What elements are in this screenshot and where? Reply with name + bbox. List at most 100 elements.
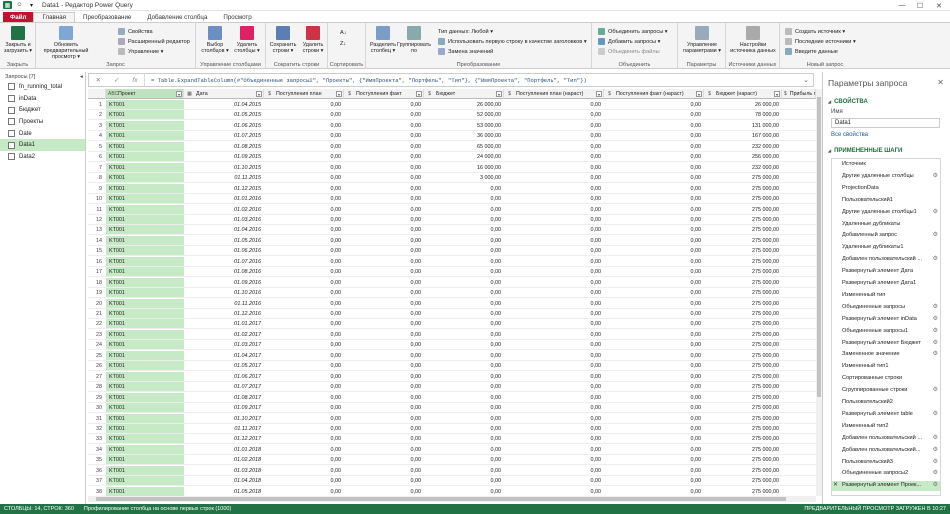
table-cell[interactable]: 0,00 — [424, 184, 504, 194]
row-number[interactable]: 11 — [88, 204, 106, 215]
gear-icon[interactable]: ⚙ — [933, 469, 938, 479]
table-cell[interactable]: KT001 — [106, 455, 184, 466]
table-cell[interactable]: 0,00 — [344, 152, 424, 163]
table-cell[interactable]: 0,00 — [604, 393, 704, 403]
applied-step[interactable]: Объединенные запросы ⚙ — [832, 303, 940, 313]
table-cell[interactable]: KT001 — [106, 194, 184, 205]
table-cell[interactable]: 0,00 — [604, 163, 704, 173]
table-cell[interactable]: 0,00 — [604, 299, 704, 309]
applied-step[interactable]: Измененный тип2 — [832, 422, 940, 432]
table-cell[interactable]: 0,00 — [604, 372, 704, 382]
table-cell[interactable]: 275 000,00 — [704, 403, 782, 414]
applied-step[interactable]: Измененный тип — [832, 291, 940, 301]
row-number[interactable]: 21 — [88, 309, 106, 319]
table-cell[interactable]: KT001 — [106, 382, 184, 393]
table-cell[interactable]: 275 000,00 — [704, 330, 782, 340]
table-cell[interactable]: 275 000,00 — [704, 236, 782, 246]
table-cell[interactable]: 275 000,00 — [704, 361, 782, 372]
applied-step[interactable]: Источник — [832, 160, 940, 170]
row-number[interactable]: 18 — [88, 277, 106, 288]
table-cell[interactable]: 0,00 — [424, 299, 504, 309]
applied-step[interactable]: Другие удаленные столбцы1 ⚙ — [832, 208, 940, 218]
table-cell[interactable]: 0,00 — [504, 351, 604, 361]
table-cell[interactable]: 0,00 — [604, 100, 704, 110]
query-item[interactable]: Data2 — [0, 151, 85, 163]
table-cell[interactable]: 0,00 — [504, 393, 604, 403]
column-type-icon[interactable]: $ — [506, 91, 513, 97]
table-cell[interactable]: KT001 — [106, 214, 184, 225]
table-cell[interactable]: 232 000,00 — [704, 142, 782, 152]
group-by-button[interactable]: Группировать по — [397, 26, 431, 54]
table-cell[interactable]: 26 000,00 — [704, 100, 782, 110]
close-load-button[interactable]: Закрыть и загрузить ▾ — [2, 26, 34, 54]
table-cell[interactable]: 0,00 — [424, 288, 504, 299]
table-cell[interactable]: 0,00 — [504, 309, 604, 319]
table-cell[interactable]: 0,00 — [504, 100, 604, 110]
table-cell[interactable]: 0,00 — [604, 236, 704, 246]
applied-step[interactable]: ✕ Развернутый элемент Проек... ⚙ — [832, 481, 940, 492]
table-cell[interactable]: 01.02.2016 — [184, 205, 264, 215]
table-cell[interactable]: 0,00 — [504, 424, 604, 434]
table-cell[interactable]: 0,00 — [264, 205, 344, 215]
table-cell-partial[interactable] — [782, 445, 816, 455]
applied-step[interactable]: Пользовательский1 — [832, 196, 940, 206]
table-cell[interactable]: 0,00 — [264, 455, 344, 466]
horizontal-scroll-thumb[interactable] — [96, 497, 786, 501]
row-number[interactable]: 6 — [88, 152, 106, 163]
table-cell-partial[interactable] — [782, 215, 816, 225]
table-cell[interactable]: KT001 — [106, 173, 184, 184]
table-cell[interactable]: 275 000,00 — [704, 476, 782, 487]
row-number[interactable]: 22 — [88, 319, 106, 330]
column-type-icon[interactable]: ABC — [108, 91, 118, 97]
row-number[interactable]: 9 — [88, 183, 106, 194]
table-cell[interactable]: 0,00 — [504, 173, 604, 184]
table-cell[interactable]: 0,00 — [344, 173, 424, 184]
tab-add-column[interactable]: Добавление столбца — [139, 12, 215, 22]
gear-icon[interactable]: ⚙ — [933, 434, 938, 444]
table-cell[interactable]: 0,00 — [604, 403, 704, 414]
table-cell[interactable]: 0,00 — [604, 267, 704, 278]
table-cell[interactable]: 0,00 — [424, 382, 504, 393]
column-filter-icon[interactable]: ▾ — [416, 91, 422, 97]
table-cell-partial[interactable] — [782, 330, 816, 340]
table-cell[interactable]: 01.01.2018 — [184, 445, 264, 455]
table-cell-partial[interactable] — [782, 487, 816, 496]
combine-files-button[interactable]: Объединить файлы — [598, 47, 660, 56]
table-cell-partial[interactable] — [782, 393, 816, 403]
table-cell[interactable]: KT001 — [106, 204, 184, 215]
table-cell[interactable]: 0,00 — [504, 487, 604, 496]
table-cell[interactable]: 275 000,00 — [704, 299, 782, 309]
column-type-icon[interactable]: $ — [346, 91, 353, 97]
table-cell-partial[interactable] — [782, 361, 816, 372]
table-cell[interactable]: KT001 — [106, 340, 184, 351]
table-cell-partial[interactable] — [782, 100, 816, 110]
table-cell[interactable]: 0,00 — [344, 351, 424, 361]
table-cell[interactable]: 01.05.2018 — [184, 487, 264, 496]
table-cell[interactable]: KT001 — [106, 183, 184, 194]
table-cell[interactable]: 0,00 — [604, 205, 704, 215]
table-cell[interactable]: 01.06.2016 — [184, 246, 264, 257]
table-cell[interactable]: 0,00 — [264, 152, 344, 163]
table-cell[interactable]: 0,00 — [424, 319, 504, 330]
row-number[interactable]: 15 — [88, 246, 106, 257]
grid-corner[interactable] — [88, 89, 106, 99]
table-cell[interactable]: 0,00 — [604, 414, 704, 424]
table-cell[interactable]: 0,00 — [604, 225, 704, 236]
table-cell[interactable]: 0,00 — [504, 194, 604, 205]
table-cell[interactable]: 0,00 — [264, 299, 344, 309]
applied-step[interactable]: Развернутый элемент Бюджет ⚙ — [832, 339, 940, 349]
table-cell[interactable]: 01.04.2016 — [184, 225, 264, 236]
table-cell[interactable]: 0,00 — [604, 455, 704, 466]
table-cell[interactable]: 275 000,00 — [704, 393, 782, 403]
table-cell[interactable]: 0,00 — [424, 372, 504, 382]
query-item[interactable]: Data1 — [0, 139, 85, 152]
column-filter-icon[interactable]: ▾ — [336, 91, 342, 97]
applied-step[interactable]: Сгруппированные строки ⚙ — [832, 386, 940, 396]
gear-icon[interactable]: ⚙ — [933, 172, 938, 182]
applied-step[interactable]: Сортированные строки — [832, 374, 940, 384]
table-cell[interactable]: 0,00 — [604, 434, 704, 445]
applied-step[interactable]: Добавлен пользовательский ... ⚙ — [832, 434, 940, 444]
table-cell[interactable]: 0,00 — [344, 424, 424, 434]
table-cell[interactable]: 0,00 — [344, 340, 424, 351]
row-number[interactable]: 16 — [88, 256, 106, 267]
